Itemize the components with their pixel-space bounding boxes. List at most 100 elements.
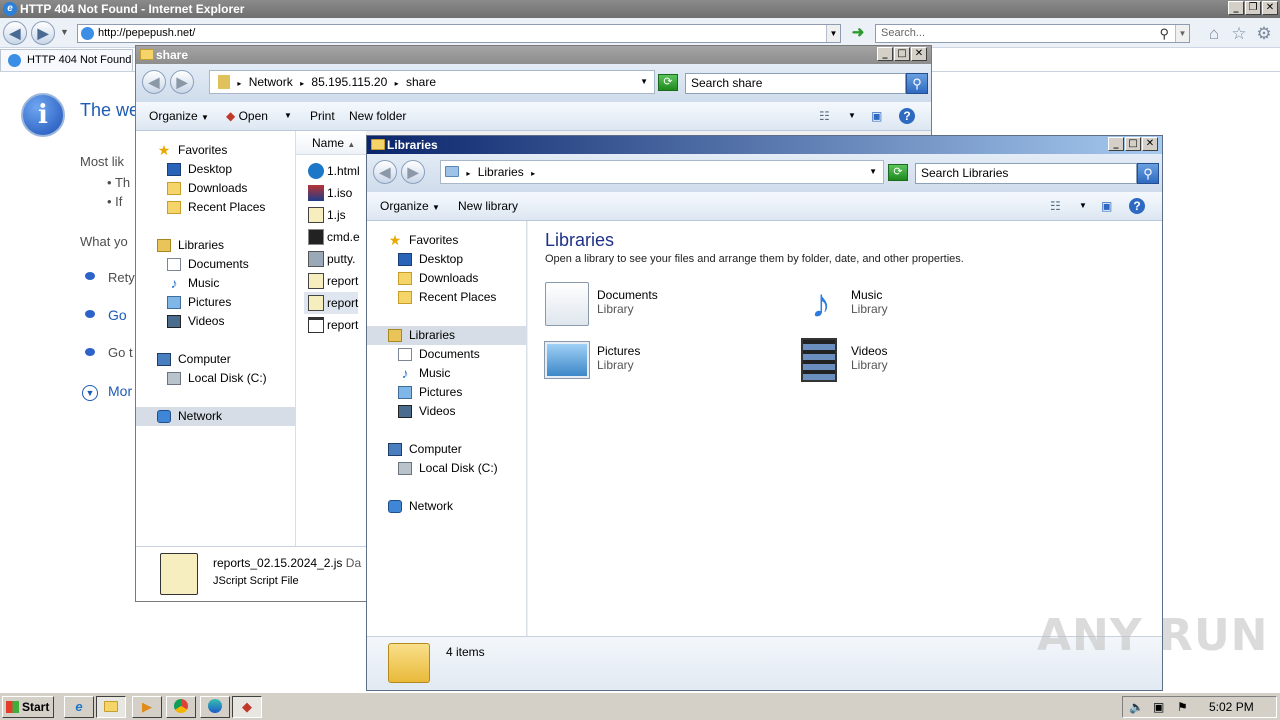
- close-button[interactable]: ✕: [1262, 1, 1278, 15]
- go-arrow-icon[interactable]: ➜: [848, 24, 868, 43]
- back-button[interactable]: ◀: [142, 70, 166, 94]
- nav-documents[interactable]: Documents: [367, 345, 526, 364]
- taskbar-chrome-icon[interactable]: [166, 696, 196, 718]
- libraries-search-input[interactable]: Search Libraries: [915, 163, 1137, 184]
- search-icon[interactable]: ⚲: [1137, 163, 1159, 184]
- refresh-icon[interactable]: ⟳: [888, 164, 908, 181]
- preview-pane-icon[interactable]: ▣: [871, 102, 882, 130]
- preview-pane-icon[interactable]: ▣: [1101, 192, 1112, 220]
- taskbar-edge-icon[interactable]: [200, 696, 230, 718]
- share-breadcrumb[interactable]: ▸ Network ▸ 85.195.115.20 ▸ share ▼: [209, 70, 655, 94]
- nav-videos[interactable]: Videos: [367, 402, 526, 421]
- maximize-button[interactable]: □: [894, 47, 910, 61]
- breadcrumb-ip[interactable]: 85.195.115.20: [311, 75, 387, 89]
- breadcrumb-libraries[interactable]: Libraries: [478, 165, 524, 179]
- minimize-button[interactable]: _: [877, 47, 893, 61]
- ie-tab[interactable]: HTTP 404 Not Found: [0, 49, 133, 71]
- minimize-button[interactable]: _: [1228, 1, 1244, 15]
- nav-computer[interactable]: Computer: [136, 350, 295, 369]
- history-dropdown-icon[interactable]: ▼: [60, 27, 69, 37]
- view-options-icon[interactable]: ☷: [1050, 192, 1061, 220]
- favorites-star-icon[interactable]: ☆: [1229, 24, 1249, 44]
- new-library-button[interactable]: New library: [458, 192, 518, 220]
- clock[interactable]: 5:02 PM: [1209, 697, 1254, 717]
- nav-network[interactable]: Network: [367, 497, 526, 516]
- close-button[interactable]: ✕: [911, 47, 927, 61]
- restore-button[interactable]: ❐: [1245, 1, 1261, 15]
- nav-libraries[interactable]: Libraries: [136, 236, 295, 255]
- taskbar-media-player-icon[interactable]: ▶: [132, 696, 162, 718]
- nav-desktop[interactable]: Desktop: [136, 160, 295, 179]
- forward-button[interactable]: ▶: [170, 70, 194, 94]
- documents-library[interactable]: Documents Library: [545, 282, 765, 330]
- file-row[interactable]: cmd.e: [308, 226, 360, 248]
- share-search-input[interactable]: Search share: [685, 73, 906, 94]
- start-button[interactable]: Start: [2, 696, 54, 718]
- music-library[interactable]: ♪ Music Library: [799, 282, 1019, 330]
- nav-videos[interactable]: Videos: [136, 312, 295, 331]
- search-dropdown-icon[interactable]: ▼: [1175, 25, 1189, 42]
- taskbar-explorer-icon[interactable]: [96, 696, 126, 718]
- more-info-chevron-icon[interactable]: ▼: [82, 385, 98, 401]
- forward-button[interactable]: ▶: [401, 160, 425, 184]
- file-row[interactable]: 1.html: [308, 160, 360, 182]
- name-column-header[interactable]: Name ▲: [296, 133, 366, 155]
- print-button[interactable]: Print: [310, 102, 335, 130]
- organize-button[interactable]: Organize ▼: [149, 102, 209, 132]
- volume-icon[interactable]: 🔈: [1129, 697, 1144, 717]
- taskbar-ie-icon[interactable]: e: [64, 696, 94, 718]
- taskbar-app-icon[interactable]: ◆: [232, 696, 262, 718]
- breadcrumb-share[interactable]: share: [406, 75, 436, 89]
- file-row[interactable]: report: [308, 270, 358, 292]
- breadcrumb-network[interactable]: Network: [249, 75, 293, 89]
- network-tray-icon[interactable]: ▣: [1153, 697, 1164, 717]
- address-dropdown-icon[interactable]: ▼: [826, 25, 840, 42]
- nav-pictures[interactable]: Pictures: [136, 293, 295, 312]
- close-button[interactable]: ✕: [1142, 137, 1158, 151]
- nav-desktop[interactable]: Desktop: [367, 250, 526, 269]
- libraries-breadcrumb[interactable]: ▸ Libraries ▸ ▼: [440, 160, 884, 184]
- search-icon[interactable]: ⚲: [906, 73, 928, 94]
- view-dropdown-icon[interactable]: ▼: [1079, 192, 1087, 220]
- ie-search-input[interactable]: Search... ⚲ ▼: [875, 24, 1190, 43]
- view-options-icon[interactable]: ☷: [819, 102, 830, 130]
- back-button[interactable]: ◀: [3, 21, 27, 45]
- home-icon[interactable]: ⌂: [1204, 24, 1224, 44]
- nav-pictures[interactable]: Pictures: [367, 383, 526, 402]
- nav-downloads[interactable]: Downloads: [367, 269, 526, 288]
- refresh-icon[interactable]: ⟳: [658, 74, 678, 91]
- nav-documents[interactable]: Documents: [136, 255, 295, 274]
- more-info-link[interactable]: Mor: [108, 383, 132, 399]
- nav-computer[interactable]: Computer: [367, 440, 526, 459]
- nav-favorites[interactable]: ★ Favorites: [367, 231, 526, 250]
- action-center-flag-icon[interactable]: ⚑: [1177, 697, 1188, 717]
- view-dropdown-icon[interactable]: ▼: [848, 102, 856, 130]
- search-icon[interactable]: ⚲: [1159, 25, 1169, 42]
- minimize-button[interactable]: _: [1108, 137, 1124, 151]
- nav-network[interactable]: Network: [136, 407, 295, 426]
- nav-favorites[interactable]: ★ Favorites: [136, 141, 295, 160]
- file-row[interactable]: report: [308, 314, 358, 336]
- maximize-button[interactable]: □: [1125, 137, 1141, 151]
- videos-library[interactable]: Videos Library: [799, 338, 1019, 386]
- address-bar[interactable]: http://pepepush.net/ ▼: [77, 24, 841, 43]
- file-row[interactable]: 1.js: [308, 204, 346, 226]
- nav-downloads[interactable]: Downloads: [136, 179, 295, 198]
- file-row[interactable]: putty.: [308, 248, 355, 270]
- open-button[interactable]: ◆ Open: [226, 102, 268, 130]
- forward-button[interactable]: ▶: [31, 21, 55, 45]
- file-row-selected[interactable]: report: [304, 292, 359, 314]
- breadcrumb-dropdown-icon[interactable]: ▼: [640, 71, 648, 93]
- gear-icon[interactable]: ⚙: [1254, 24, 1274, 44]
- nav-music[interactable]: ♪ Music: [367, 364, 526, 383]
- help-icon[interactable]: ?: [1129, 192, 1145, 220]
- organize-button[interactable]: Organize ▼: [380, 192, 440, 222]
- breadcrumb-dropdown-icon[interactable]: ▼: [869, 161, 877, 183]
- new-folder-button[interactable]: New folder: [349, 102, 406, 130]
- file-row[interactable]: 1.iso: [308, 182, 352, 204]
- go-link[interactable]: Go: [108, 307, 127, 323]
- nav-local-disk[interactable]: Local Disk (C:): [367, 459, 526, 478]
- nav-libraries[interactable]: Libraries: [367, 326, 526, 345]
- nav-music[interactable]: ♪ Music: [136, 274, 295, 293]
- nav-recent[interactable]: Recent Places: [136, 198, 295, 217]
